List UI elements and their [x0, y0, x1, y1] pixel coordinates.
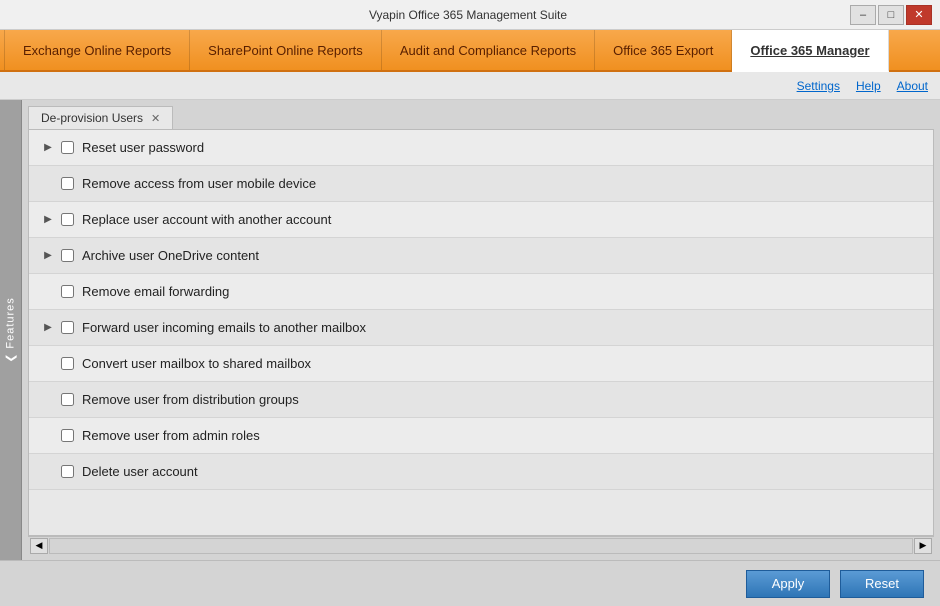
checklist-item-label: Remove user from distribution groups	[82, 392, 299, 407]
apply-button[interactable]: Apply	[746, 570, 830, 598]
scroll-track[interactable]	[49, 538, 913, 554]
checklist-checkbox[interactable]	[61, 393, 74, 406]
expand-arrow-icon	[41, 393, 55, 407]
tab-manager[interactable]: Office 365 Manager	[732, 30, 888, 72]
expand-arrow-icon	[41, 357, 55, 371]
list-item: Remove email forwarding	[29, 274, 933, 310]
help-link[interactable]: Help	[856, 79, 881, 93]
scroll-right-button[interactable]: ▶	[914, 538, 932, 554]
tab-export[interactable]: Office 365 Export	[595, 30, 732, 70]
checklist-item-label: Remove access from user mobile device	[82, 176, 316, 191]
content-area: ❮ Features De-provision Users ✕ ▶ Reset u…	[0, 100, 940, 560]
tab-header: De-provision Users ✕	[28, 106, 934, 129]
expand-arrow-icon	[41, 285, 55, 299]
features-sidebar[interactable]: ❮ Features	[0, 100, 22, 560]
checklist-checkbox[interactable]	[61, 357, 74, 370]
list-item: Delete user account	[29, 454, 933, 490]
list-item: ▶ Forward user incoming emails to another…	[29, 310, 933, 346]
list-item: Remove user from admin roles	[29, 418, 933, 454]
features-label: Features	[5, 297, 17, 348]
checklist-area: ▶ Reset user password Remove access from u…	[28, 129, 934, 536]
list-item: ▶ Reset user password	[29, 130, 933, 166]
checklist-item-label: Replace user account with another accoun…	[82, 212, 331, 227]
checklist-item-label: Delete user account	[82, 464, 198, 479]
checklist-item-label: Forward user incoming emails to another …	[82, 320, 366, 335]
checklist-checkbox[interactable]	[61, 249, 74, 262]
scrollbar-area: ◀ ▶	[28, 536, 934, 554]
checklist-item-label: Reset user password	[82, 140, 204, 155]
expand-arrow-icon	[41, 177, 55, 191]
checklist-checkbox[interactable]	[61, 465, 74, 478]
tab-sharepoint[interactable]: SharePoint Online Reports	[190, 30, 382, 70]
reset-button[interactable]: Reset	[840, 570, 924, 598]
checklist-item-label: Convert user mailbox to shared mailbox	[82, 356, 311, 371]
title-bar-controls: – □ ✕	[850, 5, 932, 25]
tab-exchange[interactable]: Exchange Online Reports	[4, 30, 190, 70]
window-title: Vyapin Office 365 Management Suite	[86, 8, 850, 22]
deprovision-tab[interactable]: De-provision Users ✕	[28, 106, 173, 129]
expand-arrow-icon[interactable]: ▶	[41, 213, 55, 227]
maximize-button[interactable]: □	[878, 5, 904, 25]
about-link[interactable]: About	[897, 79, 928, 93]
list-item: ▶ Replace user account with another accou…	[29, 202, 933, 238]
checklist-item-label: Archive user OneDrive content	[82, 248, 259, 263]
minimize-button[interactable]: –	[850, 5, 876, 25]
expand-arrow-icon	[41, 429, 55, 443]
list-item: ▶ Archive user OneDrive content	[29, 238, 933, 274]
close-button[interactable]: ✕	[906, 5, 932, 25]
checklist-checkbox[interactable]	[61, 213, 74, 226]
checklist-checkbox[interactable]	[61, 141, 74, 154]
secondary-nav: Settings Help About	[0, 72, 940, 100]
main-panel: De-provision Users ✕ ▶ Reset user passwor…	[22, 100, 940, 560]
bottom-bar: Apply Reset	[0, 560, 940, 606]
checklist-item-label: Remove email forwarding	[82, 284, 229, 299]
deprovision-tab-label: De-provision Users	[41, 111, 143, 125]
expand-arrow-icon[interactable]: ▶	[41, 141, 55, 155]
tab-audit[interactable]: Audit and Compliance Reports	[382, 30, 595, 70]
checklist-checkbox[interactable]	[61, 177, 74, 190]
tab-close-icon[interactable]: ✕	[151, 112, 160, 125]
title-bar: Vyapin Office 365 Management Suite – □ ✕	[0, 0, 940, 30]
expand-arrow-icon	[41, 465, 55, 479]
list-item: Remove user from distribution groups	[29, 382, 933, 418]
list-item: Remove access from user mobile device	[29, 166, 933, 202]
expand-arrow-icon[interactable]: ▶	[41, 249, 55, 263]
checklist-checkbox[interactable]	[61, 429, 74, 442]
main-nav: Exchange Online Reports SharePoint Onlin…	[0, 30, 940, 72]
checklist-checkbox[interactable]	[61, 321, 74, 334]
list-item: Convert user mailbox to shared mailbox	[29, 346, 933, 382]
features-arrow-icon: ❮	[4, 353, 17, 363]
scroll-left-button[interactable]: ◀	[30, 538, 48, 554]
expand-arrow-icon[interactable]: ▶	[41, 321, 55, 335]
checklist-item-label: Remove user from admin roles	[82, 428, 260, 443]
checklist-checkbox[interactable]	[61, 285, 74, 298]
settings-link[interactable]: Settings	[797, 79, 840, 93]
